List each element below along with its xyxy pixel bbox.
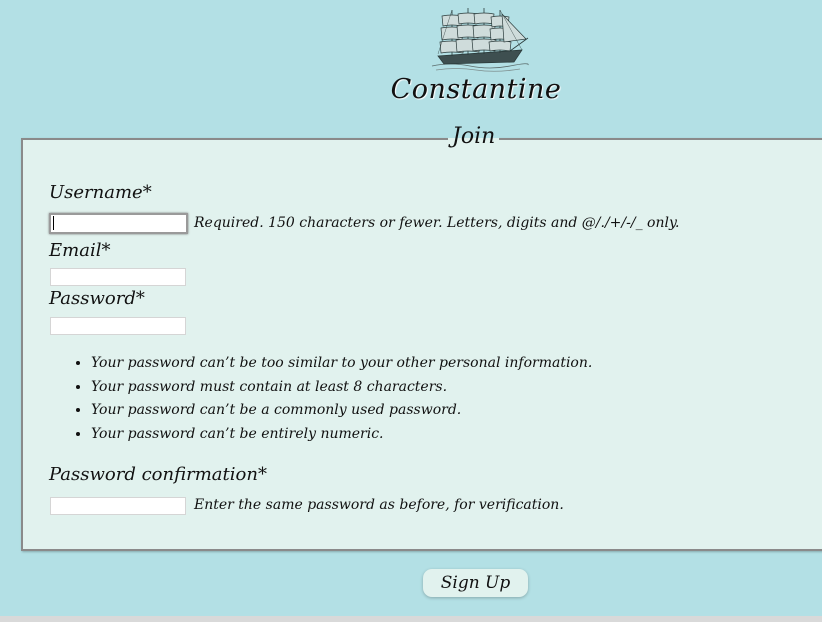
username-helptext: Required. 150 characters or fewer. Lette… [194, 215, 680, 231]
email-label: Email* [49, 240, 111, 261]
password-confirmation-input[interactable] [50, 497, 186, 515]
window-bottom-edge [0, 616, 822, 622]
password-confirmation-label: Password confirmation* [49, 464, 267, 485]
form-legend: Join [448, 122, 500, 152]
text-caret [53, 216, 54, 230]
password-rule-item: Your password must contain at least 8 ch… [91, 376, 592, 400]
password-input[interactable] [50, 317, 186, 335]
email-input[interactable] [50, 268, 186, 286]
sailing-ship-icon [431, 8, 529, 72]
username-label: Username* [49, 182, 152, 203]
username-input[interactable] [49, 213, 188, 234]
password-label: Password* [49, 288, 145, 309]
sign-up-button[interactable]: Sign Up [423, 569, 528, 597]
site-brand-title: Constantine [390, 74, 562, 105]
password-rule-item: Your password can’t be entirely numeric. [91, 423, 592, 447]
password-rule-item: Your password can’t be a commonly used p… [91, 399, 592, 423]
password-confirmation-helptext: Enter the same password as before, for v… [194, 497, 564, 513]
password-rules-list: Your password can’t be too similar to yo… [50, 352, 592, 446]
password-rule-item: Your password can’t be too similar to yo… [91, 352, 592, 376]
